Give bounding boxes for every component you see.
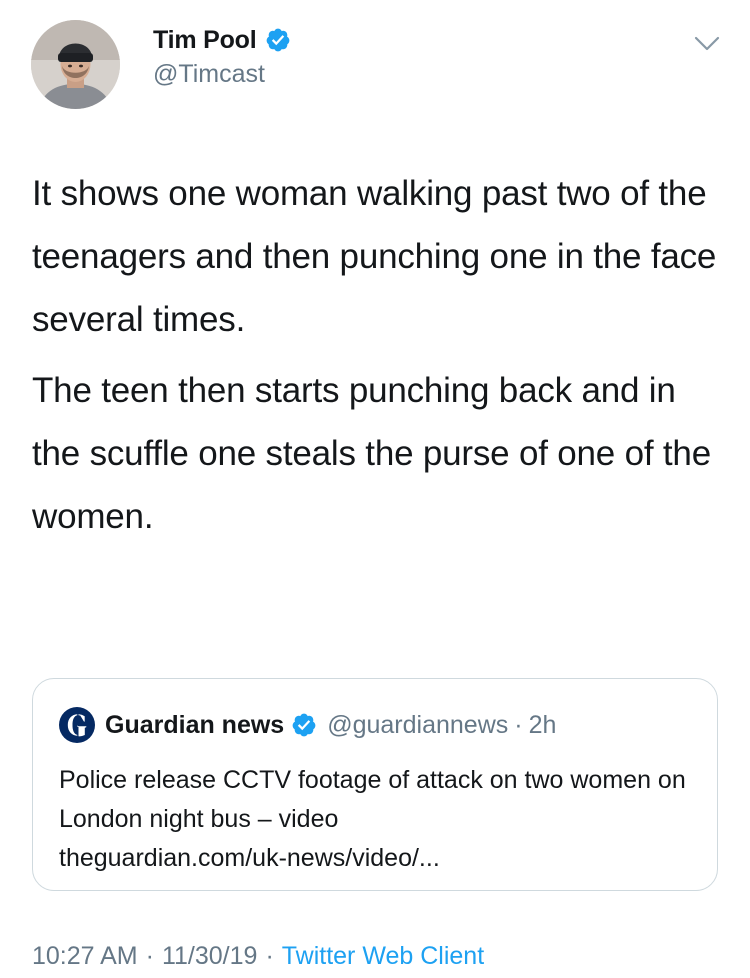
author-handle[interactable]: @Timcast — [153, 60, 291, 89]
separator-dot: · — [514, 710, 523, 739]
quoted-tweet-card[interactable]: Guardian news @guardiannews · 2h Police … — [32, 678, 718, 891]
verified-badge-icon — [266, 28, 289, 52]
quoted-author-handle[interactable]: @guardiannews — [327, 711, 508, 740]
tweet-meta: 10:27 AM · 11/30/19 · Twitter Web Client — [32, 942, 484, 971]
separator-dot: · — [265, 942, 274, 970]
tweet-client-link[interactable]: Twitter Web Client — [282, 942, 484, 971]
quoted-tweet-text: Police release CCTV footage of attack on… — [59, 766, 686, 833]
quoted-tweet-body: Police release CCTV footage of attack on… — [59, 761, 699, 878]
quoted-tweet-header: Guardian news @guardiannews · 2h — [59, 705, 556, 745]
tweet-date[interactable]: 11/30/19 — [162, 942, 257, 971]
quoted-tweet-link[interactable]: theguardian.com/uk-news/video/... — [59, 839, 699, 878]
avatar[interactable] — [31, 20, 120, 109]
verified-badge-icon — [292, 713, 316, 737]
author-name[interactable]: Tim Pool — [153, 26, 257, 55]
quoted-author-name[interactable]: Guardian news — [105, 711, 284, 740]
chevron-down-icon[interactable] — [692, 28, 722, 58]
guardian-logo-icon — [59, 707, 95, 743]
tweet-paragraph: It shows one woman walking past two of t… — [32, 174, 717, 339]
author-block[interactable]: Tim Pool @Timcast — [153, 24, 291, 89]
avatar-image — [31, 20, 120, 109]
tweet-text: It shows one woman walking past two of t… — [32, 162, 722, 548]
tweet-paragraph: The teen then starts punching back and i… — [32, 371, 711, 536]
separator-dot: · — [145, 942, 154, 970]
tweet-time[interactable]: 10:27 AM — [32, 942, 138, 971]
quoted-timestamp[interactable]: 2h — [529, 711, 557, 740]
